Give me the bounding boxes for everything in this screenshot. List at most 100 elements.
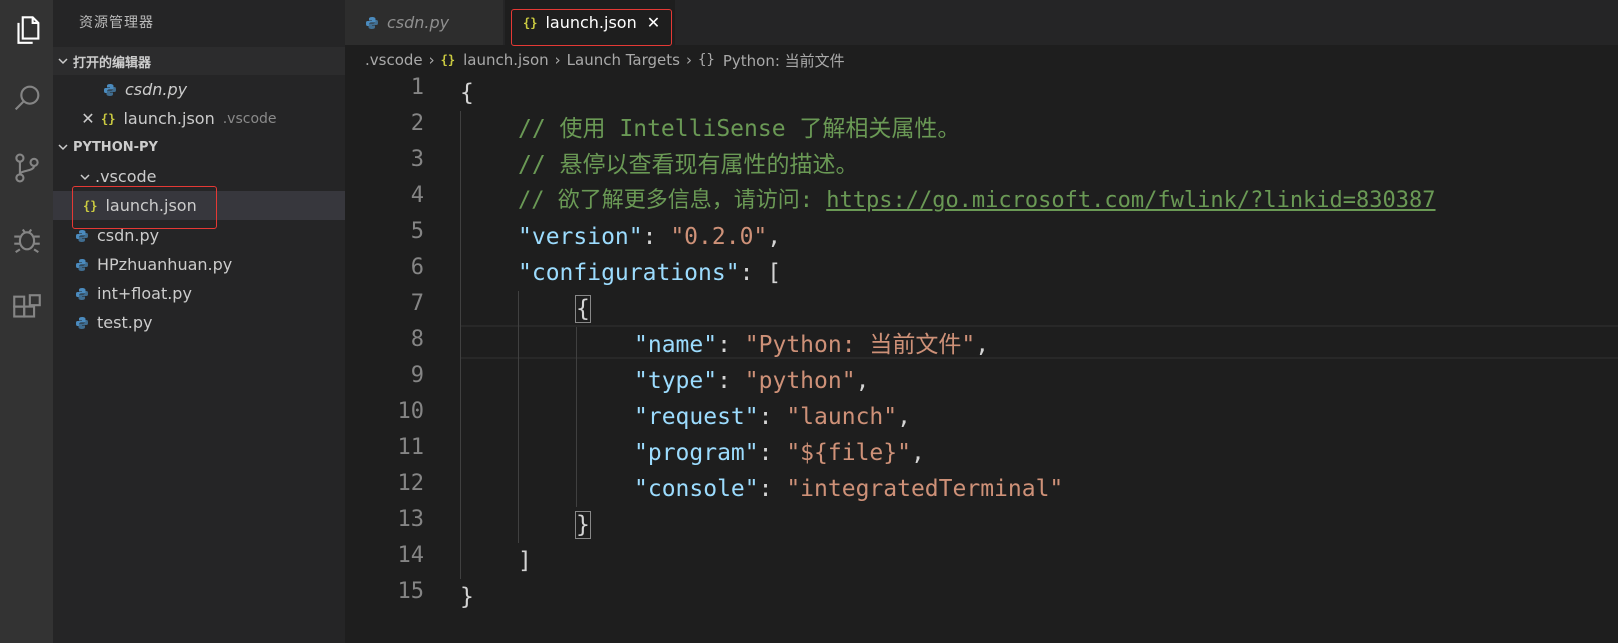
line-number: 12 — [397, 471, 425, 496]
tab-csdn-py[interactable]: csdn.py — [345, 0, 503, 45]
code-line: "program": "${file}", — [634, 440, 925, 466]
python-file-icon — [103, 83, 117, 97]
open-editors-label: 打开的编辑器 — [73, 55, 152, 71]
file-name: int+float.py — [97, 284, 192, 303]
line-number: 15 — [397, 579, 425, 604]
line-number: 10 — [397, 399, 425, 424]
source-control-icon[interactable] — [0, 144, 53, 192]
line-number: 7 — [410, 291, 424, 316]
line-number: 9 — [410, 363, 424, 388]
brace-matched: { — [575, 295, 591, 323]
code-line: ] — [518, 543, 532, 579]
explorer-title: 资源管理器 — [79, 15, 154, 31]
json-file-icon: {} — [440, 53, 456, 67]
indent-guide — [460, 111, 461, 579]
json-key: "name" — [634, 332, 718, 358]
json-string: "Python: 当前文件" — [744, 332, 976, 358]
file-name: HPzhuanhuan.py — [97, 255, 233, 274]
folder-name: .vscode — [95, 167, 157, 186]
json-string: "0.2.0" — [670, 224, 768, 250]
file-launch-json[interactable]: {} launch.json — [53, 191, 345, 220]
chevron-down-icon — [75, 171, 95, 183]
bracket: ] — [518, 548, 532, 574]
search-icon[interactable] — [0, 74, 53, 122]
explorer-sidebar: 资源管理器 打开的编辑器 csdn.py ✕ {} launch.json .v… — [53, 0, 345, 643]
code-line: } — [575, 507, 591, 543]
breadcrumb-item[interactable]: Python: 当前文件 — [723, 50, 845, 71]
file-item[interactable]: HPzhuanhuan.py — [53, 250, 345, 279]
editor-tab-bar: csdn.py {} launch.json ✕ — [345, 0, 1618, 45]
file-item[interactable]: int+float.py — [53, 279, 345, 308]
line-number: 1 — [410, 75, 424, 100]
python-file-icon — [365, 16, 379, 30]
chevron-right-icon: › — [428, 51, 435, 69]
python-file-icon — [75, 287, 89, 301]
extensions-icon[interactable] — [0, 284, 53, 332]
chevron-right-icon: › — [554, 51, 561, 69]
code-line: } — [460, 579, 474, 615]
line-number: 2 — [410, 111, 424, 136]
comment-link[interactable]: https://go.microsoft.com/fwlink/?linkid=… — [826, 188, 1435, 213]
indent-guide — [518, 291, 519, 543]
json-file-icon: {} — [83, 198, 98, 213]
json-string: "python" — [744, 368, 856, 394]
brace: { — [460, 80, 474, 106]
json-key: "program" — [634, 440, 759, 466]
close-icon[interactable]: ✕ — [77, 109, 99, 128]
line-number: 14 — [397, 543, 425, 568]
open-editor-name: launch.json — [123, 109, 215, 128]
comment: // 悬停以查看现有属性的描述。 — [518, 152, 859, 178]
python-file-icon — [75, 229, 89, 243]
line-number: 5 — [410, 219, 424, 244]
open-editor-item-launch[interactable]: ✕ {} launch.json .vscode — [53, 104, 345, 133]
file-item[interactable]: csdn.py — [53, 221, 345, 250]
file-name: csdn.py — [97, 226, 160, 245]
json-key: "configurations" — [518, 260, 740, 286]
open-editor-name: csdn.py — [125, 80, 188, 99]
code-line: // 使用 IntelliSense 了解相关属性。 — [518, 111, 960, 147]
brace-matched: } — [575, 511, 591, 539]
line-number: 11 — [397, 435, 425, 460]
close-icon[interactable]: ✕ — [647, 13, 660, 32]
line-number: 6 — [410, 255, 424, 280]
open-editors-header[interactable]: 打开的编辑器 — [53, 47, 345, 75]
code-line: // 悬停以查看现有属性的描述。 — [518, 147, 859, 183]
code-line: "name": "Python: 当前文件", — [634, 332, 990, 358]
breadcrumb-item[interactable]: .vscode — [365, 51, 423, 69]
workspace-header[interactable]: PYTHON-PY — [53, 133, 345, 161]
brace: } — [460, 584, 474, 610]
json-key: "console" — [634, 476, 759, 502]
files-icon[interactable] — [0, 6, 53, 54]
file-name: launch.json — [105, 196, 197, 215]
chevron-right-icon: › — [685, 51, 692, 69]
json-key: "version" — [518, 224, 643, 250]
file-item[interactable]: test.py — [53, 308, 345, 337]
code-line: { — [575, 291, 591, 327]
debug-icon[interactable] — [0, 214, 53, 262]
code-editor[interactable]: 1 2 3 4 5 6 7 8 9 10 11 12 13 14 15 { //… — [345, 75, 1618, 643]
code-line: // 欲了解更多信息，请访问: https://go.microsoft.com… — [518, 183, 1436, 219]
code-line: "request": "launch", — [634, 404, 911, 430]
comment: // 使用 IntelliSense 了解相关属性。 — [518, 116, 961, 142]
json-string: "integratedTerminal" — [786, 476, 1064, 502]
code-line: { — [460, 75, 474, 111]
open-editor-folder: .vscode — [222, 110, 277, 127]
breadcrumb-item[interactable]: Launch Targets — [567, 51, 680, 69]
code-line: "version": "0.2.0", — [518, 224, 782, 250]
line-number: 4 — [410, 183, 424, 208]
bracket: [ — [767, 260, 782, 286]
json-key: "type" — [634, 368, 718, 394]
comment: // 欲了解更多信息，请访问: — [518, 188, 827, 213]
json-string: "${file}" — [786, 440, 911, 466]
activity-bar — [0, 0, 53, 643]
breadcrumb-item[interactable]: launch.json — [463, 51, 549, 69]
json-string: "launch" — [786, 404, 898, 430]
json-file-icon: {} — [523, 15, 538, 30]
code-line: "configurations": [ — [518, 260, 782, 286]
open-editor-item-csdn[interactable]: csdn.py — [53, 75, 345, 104]
code-line: "console": "integratedTerminal" — [634, 476, 1064, 502]
folder-vscode[interactable]: .vscode — [53, 162, 345, 191]
tab-launch-json[interactable]: {} launch.json ✕ — [505, 0, 675, 45]
object-icon: {} — [697, 52, 715, 68]
workspace-label: PYTHON-PY — [73, 139, 158, 155]
